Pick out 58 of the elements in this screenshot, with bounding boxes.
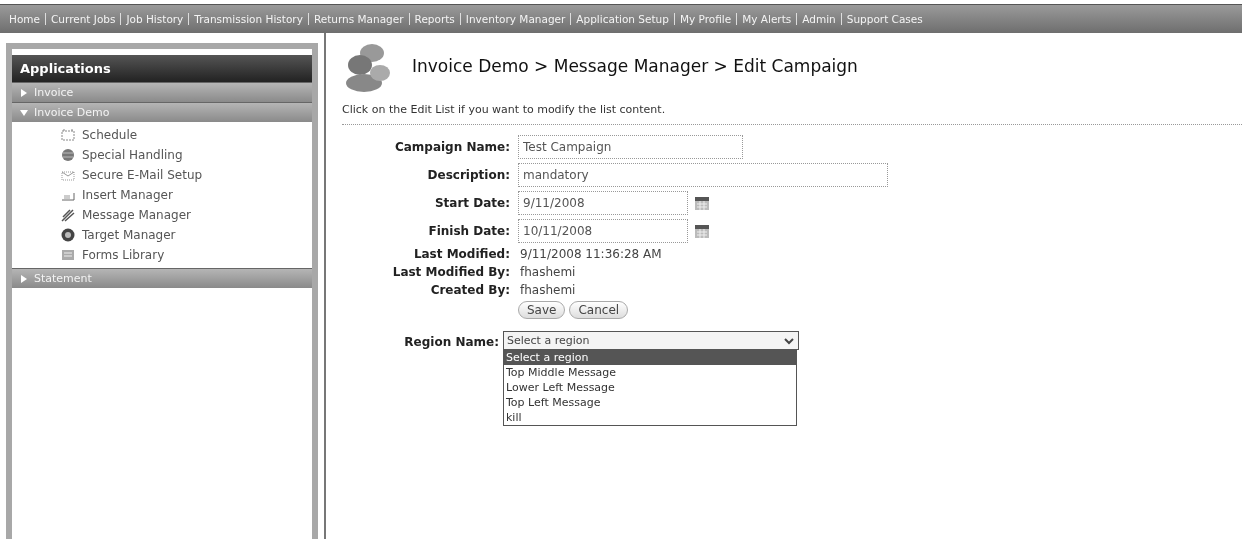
nav-link[interactable]: Inventory Manager bbox=[459, 13, 571, 25]
region-dropdown[interactable]: Select a region bbox=[503, 331, 799, 350]
field-label: Region Name: bbox=[403, 334, 499, 351]
field-label: Start Date: bbox=[433, 196, 510, 210]
nav-link[interactable]: Home bbox=[4, 13, 45, 25]
nav-link[interactable]: Returns Manager bbox=[307, 13, 409, 25]
text-field[interactable]: Test Campaign bbox=[518, 135, 743, 159]
nav-link[interactable]: Support Cases bbox=[840, 13, 928, 25]
nav-link[interactable]: Application Setup bbox=[570, 13, 674, 25]
calendar-icon[interactable] bbox=[694, 223, 710, 239]
sidebar-item[interactable]: Secure E-Mail Setup bbox=[12, 165, 312, 185]
sidebar-item[interactable]: Special Handling bbox=[12, 145, 312, 165]
dropdown-option[interactable]: Lower Left Message bbox=[504, 380, 796, 395]
app-icon bbox=[60, 207, 76, 223]
date-field[interactable]: 9/11/2008 bbox=[518, 191, 688, 215]
instruction-text: Click on the Edit List if you want to modify the list content. bbox=[342, 103, 667, 116]
text-field[interactable]: mandatory bbox=[518, 163, 888, 187]
section-label: Invoice Demo bbox=[34, 106, 110, 119]
app-icon bbox=[60, 127, 76, 143]
nav-link[interactable]: Transmission History bbox=[188, 13, 308, 25]
dropdown-option[interactable]: kill bbox=[504, 410, 796, 425]
collapsed-triangle-icon bbox=[20, 88, 28, 97]
sidebar-item[interactable]: Schedule bbox=[12, 125, 312, 145]
field-value: 9/11/2008 11:36:28 AM bbox=[519, 247, 663, 261]
dropdown-option[interactable]: Top Middle Message bbox=[504, 365, 796, 380]
app-icon bbox=[60, 147, 76, 163]
sidebar-item[interactable]: Insert Manager bbox=[12, 185, 312, 205]
sidebar-item[interactable]: Forms Library bbox=[12, 245, 312, 265]
expanded-triangle-icon bbox=[20, 108, 28, 117]
calendar-icon[interactable] bbox=[694, 195, 710, 211]
app-icon bbox=[60, 227, 76, 243]
field-label: Last Modified By: bbox=[391, 265, 510, 279]
sidebar-title: Applications bbox=[12, 55, 312, 82]
field-label: Finish Date: bbox=[427, 224, 510, 238]
nav-link[interactable]: Job History bbox=[120, 13, 189, 25]
field-label: Last Modified: bbox=[412, 247, 510, 261]
collapsed-triangle-icon bbox=[20, 274, 28, 283]
date-field[interactable]: 10/11/2008 bbox=[518, 219, 688, 243]
form-button[interactable]: Cancel bbox=[569, 301, 629, 319]
field-value: fhashemi bbox=[519, 265, 577, 279]
app-icon bbox=[60, 247, 76, 263]
nav-link[interactable]: My Alerts bbox=[736, 13, 797, 25]
nav-link[interactable]: Reports bbox=[408, 13, 460, 25]
nav-link[interactable]: Current Jobs bbox=[45, 13, 121, 25]
nav-link[interactable]: My Profile bbox=[673, 13, 737, 25]
sidebar-item[interactable]: Target Manager bbox=[12, 225, 312, 245]
field-label: Created By: bbox=[429, 283, 510, 297]
form-button[interactable]: Save bbox=[518, 301, 566, 319]
dropdown-option[interactable]: Top Left Message bbox=[504, 395, 796, 410]
section-label: Invoice bbox=[34, 86, 74, 99]
page-title: Invoice Demo > Message Manager > Edit Campaign bbox=[412, 56, 858, 76]
field-value: fhashemi bbox=[519, 283, 577, 297]
field-label: Description: bbox=[426, 168, 510, 182]
dropdown-option[interactable]: Select a region bbox=[504, 350, 796, 365]
section-label: Statement bbox=[34, 272, 92, 285]
field-label: Campaign Name: bbox=[393, 140, 510, 154]
sidebar-item[interactable]: Message Manager bbox=[12, 205, 312, 225]
nav-link[interactable]: Admin bbox=[796, 13, 841, 25]
